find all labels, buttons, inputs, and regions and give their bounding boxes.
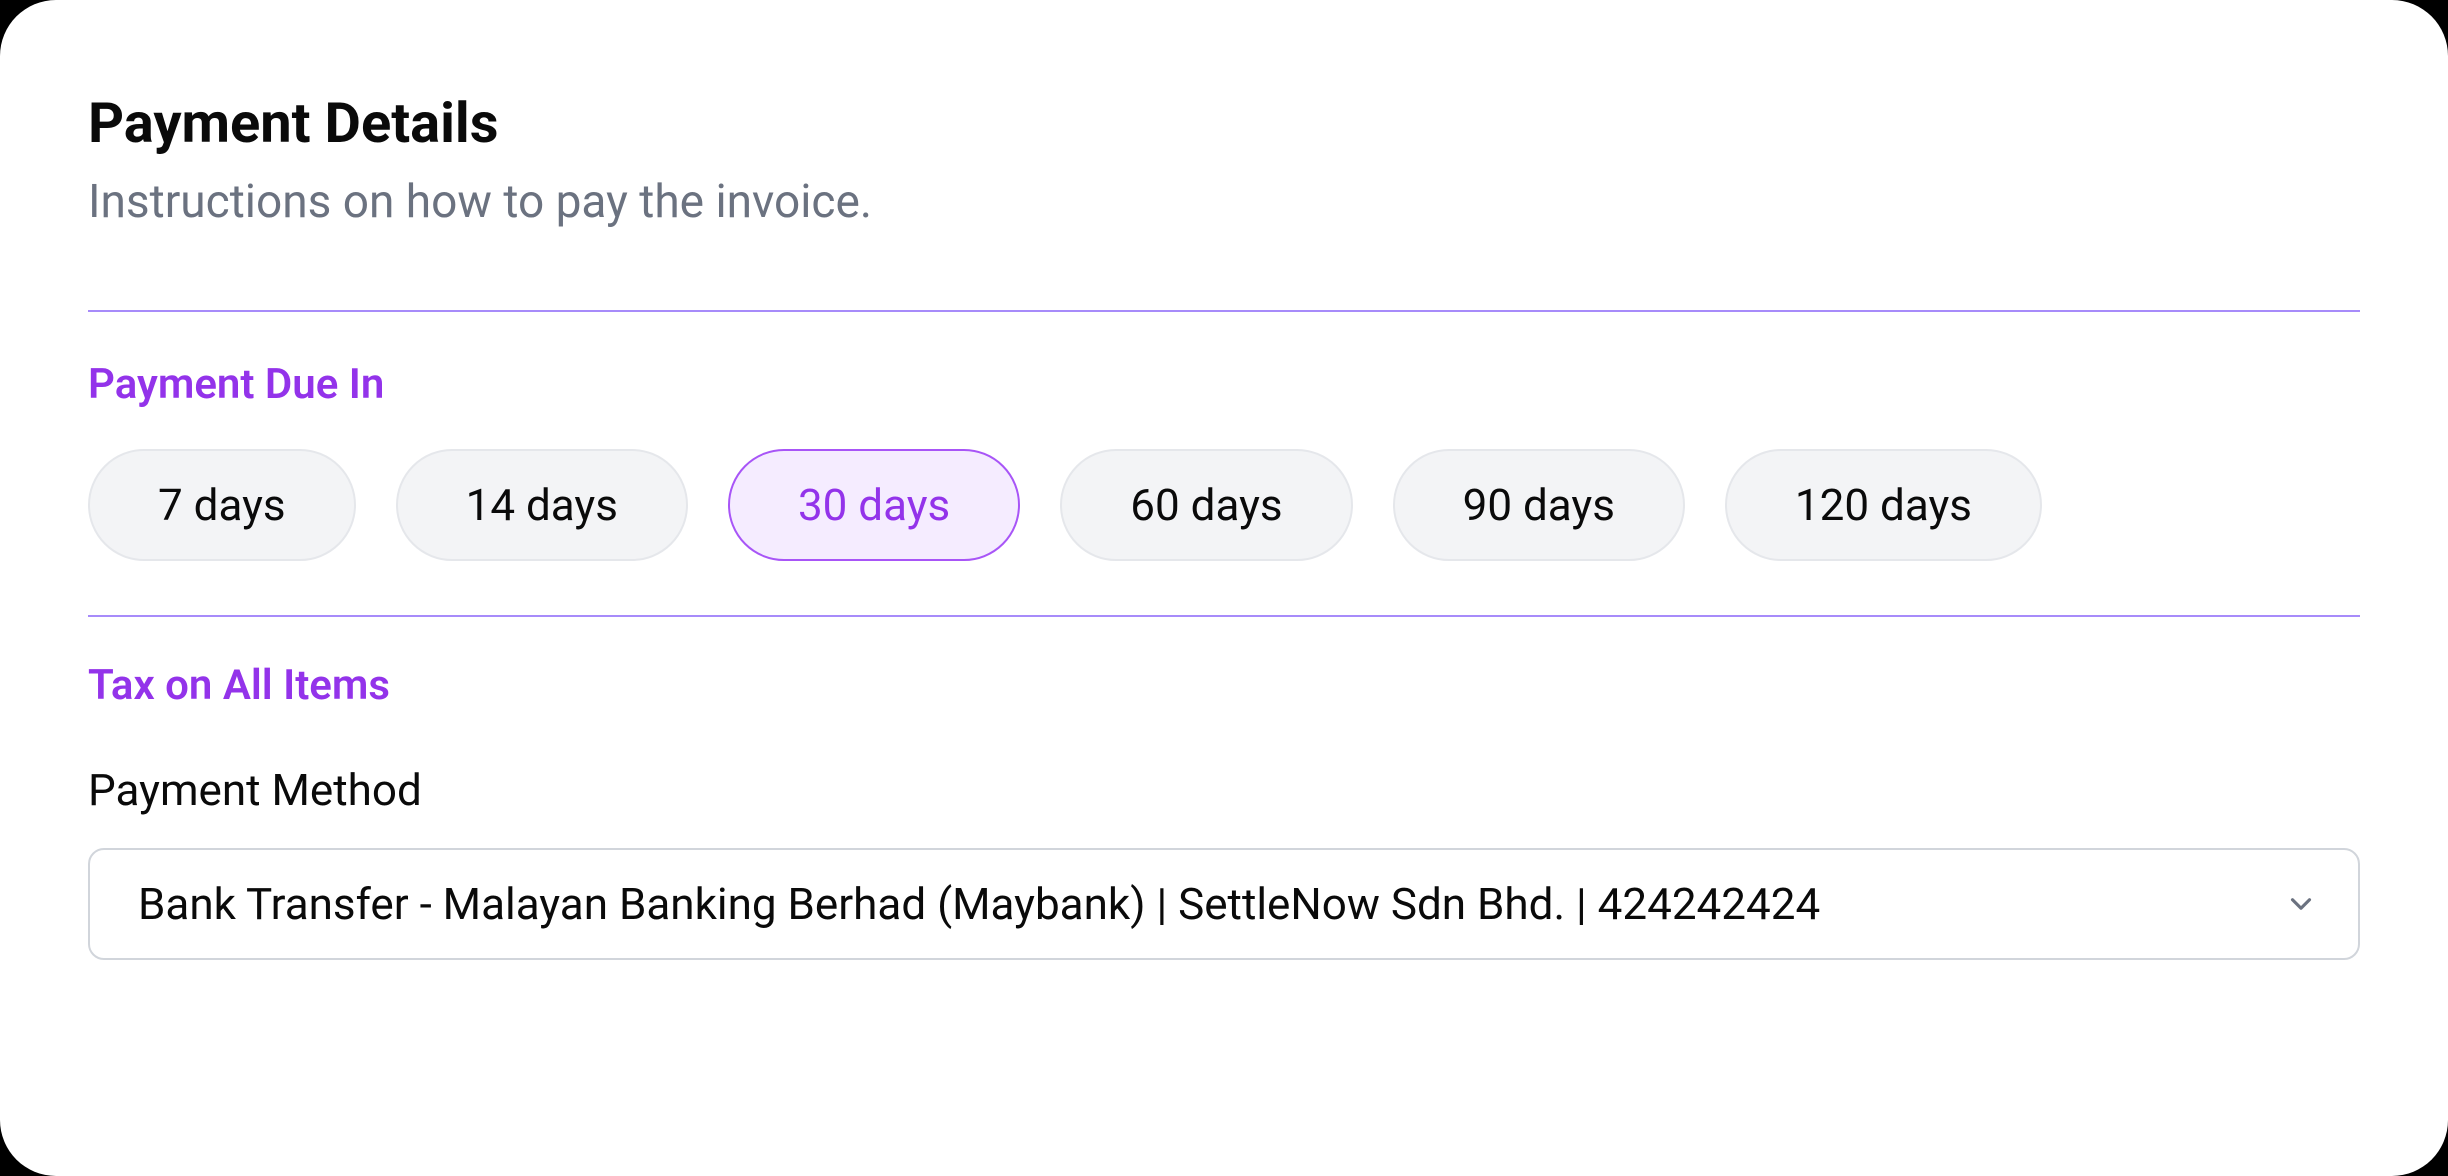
card-title: Payment Details	[88, 88, 2360, 158]
payment-details-card: Payment Details Instructions on how to p…	[0, 0, 2448, 1176]
payment-due-option-30-days[interactable]: 30 days	[728, 449, 1020, 561]
payment-method-label: Payment Method	[88, 764, 2360, 816]
chip-label: 60 days	[1130, 479, 1282, 531]
payment-method-selected-value: Bank Transfer - Malayan Banking Berhad (…	[138, 878, 1820, 930]
divider	[88, 615, 2360, 617]
chip-label: 30 days	[798, 479, 950, 531]
chip-label: 90 days	[1463, 479, 1615, 531]
payment-due-options: 7 days 14 days 30 days 60 days 90 days 1…	[88, 449, 2360, 561]
card-subtitle: Instructions on how to pay the invoice.	[88, 170, 2360, 234]
payment-due-option-120-days[interactable]: 120 days	[1725, 449, 2042, 561]
chevron-down-icon	[2284, 887, 2318, 921]
chip-label: 120 days	[1795, 479, 1972, 531]
tax-on-all-items-label: Tax on All Items	[88, 661, 2360, 710]
payment-due-option-90-days[interactable]: 90 days	[1393, 449, 1685, 561]
chip-label: 7 days	[158, 479, 286, 531]
divider	[88, 310, 2360, 312]
payment-due-option-7-days[interactable]: 7 days	[88, 449, 356, 561]
chip-label: 14 days	[466, 479, 618, 531]
payment-due-label: Payment Due In	[88, 360, 2360, 409]
payment-due-option-60-days[interactable]: 60 days	[1060, 449, 1352, 561]
payment-due-option-14-days[interactable]: 14 days	[396, 449, 688, 561]
payment-method-select[interactable]: Bank Transfer - Malayan Banking Berhad (…	[88, 848, 2360, 960]
